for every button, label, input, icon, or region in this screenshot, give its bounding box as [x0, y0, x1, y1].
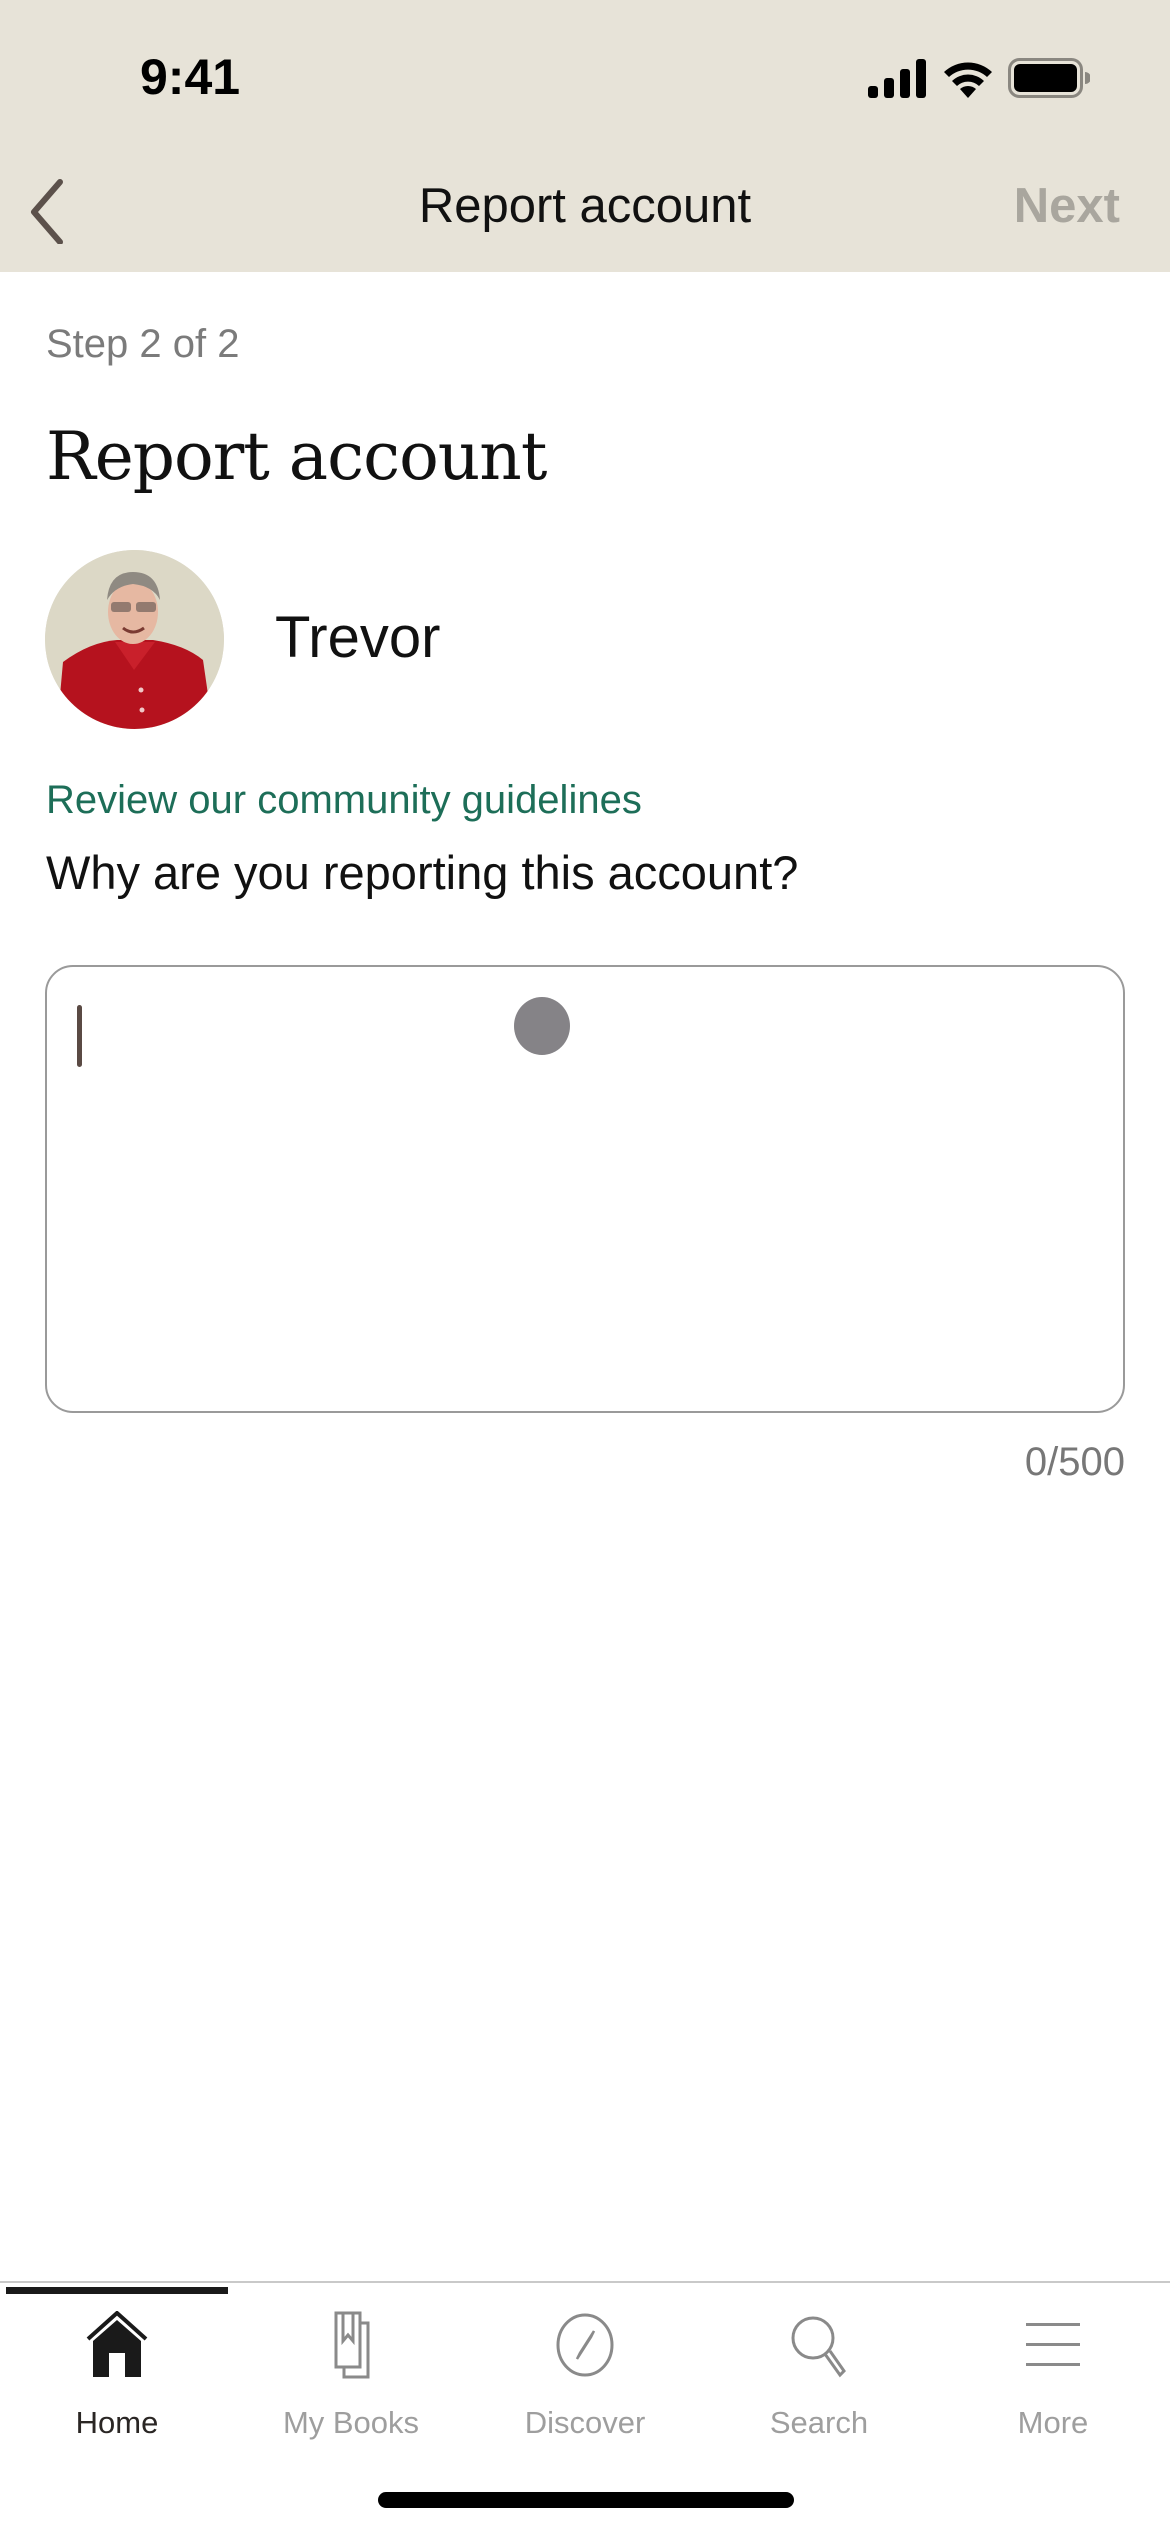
touch-indicator [514, 997, 570, 1055]
reason-question: Why are you reporting this account? [46, 846, 799, 899]
top-bar: 9:41 Report account Next [0, 0, 1170, 272]
tab-search[interactable]: Search [702, 2303, 936, 2453]
menu-icon [1026, 2323, 1080, 2366]
home-icon [86, 2311, 148, 2377]
avatar [45, 550, 224, 729]
reason-input[interactable] [47, 967, 1123, 1411]
tab-my-books[interactable]: My Books [234, 2303, 468, 2453]
tab-more[interactable]: More [936, 2303, 1170, 2453]
tab-search-label: Search [769, 2405, 869, 2440]
reason-textarea-container [45, 965, 1125, 1413]
home-indicator [378, 2492, 794, 2508]
cellular-signal-icon [868, 59, 926, 98]
search-icon [791, 2316, 846, 2378]
compass-icon [556, 2313, 614, 2377]
battery-icon [1008, 58, 1090, 98]
active-tab-indicator [6, 2287, 228, 2294]
next-button[interactable]: Next [1014, 178, 1120, 234]
nav-title: Report account [418, 179, 752, 233]
community-guidelines-link[interactable]: Review our community guidelines [46, 778, 642, 823]
tab-my-books-label: My Books [282, 2405, 420, 2440]
status-time: 9:41 [140, 49, 241, 105]
reported-user-name: Trevor [275, 605, 441, 670]
tab-home-label: Home [75, 2405, 159, 2440]
wifi-icon [944, 62, 992, 98]
tab-discover-label: Discover [524, 2405, 646, 2440]
books-icon [334, 2311, 370, 2379]
tab-home[interactable]: Home [0, 2303, 234, 2453]
tab-more-label: More [1017, 2405, 1089, 2440]
tab-discover[interactable]: Discover [468, 2303, 702, 2453]
status-icons [868, 58, 1090, 98]
profile-photo [45, 550, 224, 729]
step-indicator: Step 2 of 2 [46, 322, 240, 366]
character-counter: 0/500 [1024, 1440, 1125, 1484]
page-title: Report account [46, 418, 547, 495]
text-caret [77, 1005, 82, 1067]
